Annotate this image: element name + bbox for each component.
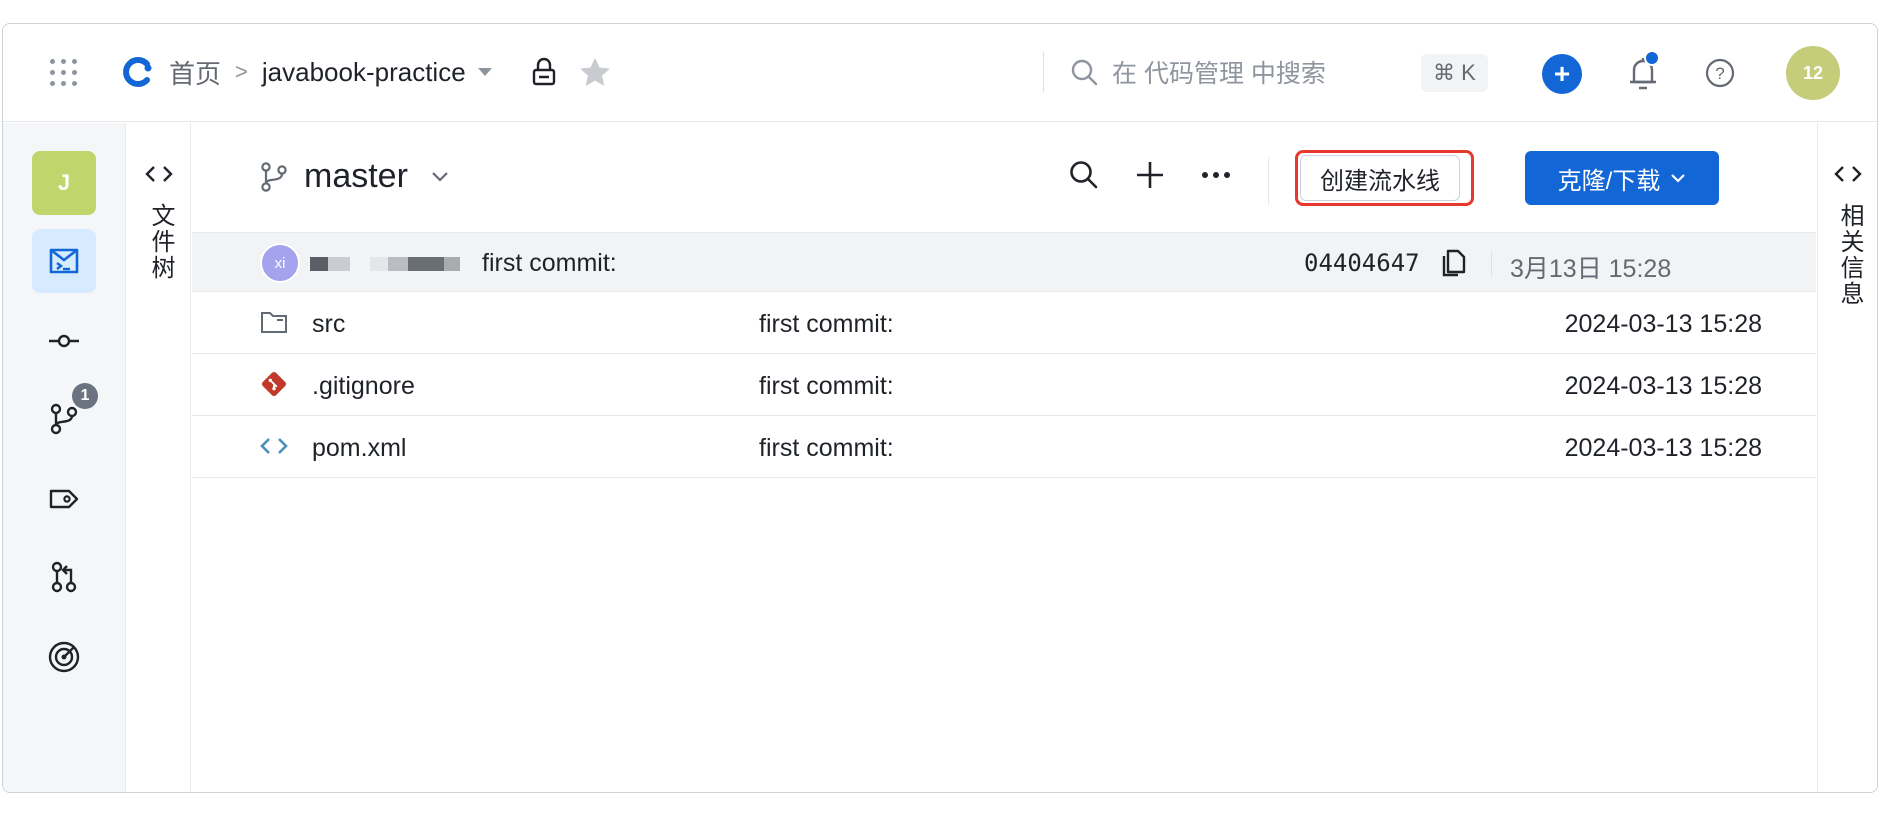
star-icon[interactable] [578, 56, 612, 88]
redacted-author [328, 257, 350, 271]
create-pipeline-button[interactable]: 创建流水线 [1300, 155, 1460, 201]
caret-down-icon[interactable] [476, 66, 494, 78]
global-search[interactable]: 在 代码管理 中搜索 [1043, 50, 1326, 94]
add-icon[interactable] [1134, 159, 1166, 191]
git-file-icon [260, 370, 288, 398]
toolbar-divider [1268, 157, 1269, 205]
breadcrumb-home[interactable]: 首页 [169, 54, 221, 91]
search-input[interactable]: 在 代码管理 中搜索 [1112, 54, 1326, 90]
repo-content: master 创建流水线 克隆/下载 xi first commit: 0440… [192, 123, 1816, 792]
code-file-icon [260, 432, 288, 460]
expand-code-icon[interactable] [1834, 165, 1862, 188]
app-grid-icon[interactable] [47, 56, 79, 88]
folder-icon [260, 308, 288, 336]
redacted-author [444, 257, 460, 271]
commit-author-avatar[interactable]: xi [260, 243, 300, 283]
file-commit-message[interactable]: first commit: [759, 434, 894, 463]
svg-text:?: ? [1715, 64, 1724, 83]
search-shortcut: ⌘ K [1421, 54, 1488, 92]
insights-nav-icon[interactable] [32, 625, 96, 689]
notification-bell-icon[interactable] [1623, 48, 1663, 96]
commit-date: 3月13日 15:28 [1510, 255, 1672, 283]
latest-commit-row[interactable]: xi first commit: 04404647 3月13日 15:28 [192, 232, 1816, 292]
file-row[interactable]: .gitignore first commit: 2024-03-13 15:2… [192, 354, 1816, 416]
help-icon[interactable]: ? [1703, 56, 1737, 90]
breadcrumb-repo[interactable]: javabook-practice [262, 57, 466, 88]
project-avatar[interactable]: J [32, 151, 96, 215]
commits-nav-icon[interactable] [32, 309, 96, 373]
branch-selector[interactable]: master [260, 157, 450, 196]
file-name[interactable]: src [312, 310, 345, 339]
branches-count-badge: 1 [72, 383, 98, 409]
search-icon[interactable] [1068, 159, 1100, 191]
file-commit-message[interactable]: first commit: [759, 310, 894, 339]
branch-tools [1068, 159, 1232, 191]
file-name[interactable]: .gitignore [312, 372, 415, 401]
code-nav-icon[interactable] [32, 229, 96, 293]
breadcrumb: 首页 > javabook-practice [121, 51, 612, 93]
left-sidebar: J 1 [3, 123, 126, 792]
redacted-author [310, 257, 328, 271]
search-icon [1070, 58, 1098, 86]
redacted-author [370, 257, 388, 271]
breadcrumb-separator: > [235, 59, 248, 84]
create-button[interactable]: + [1542, 54, 1582, 94]
user-avatar[interactable]: 12 [1786, 46, 1840, 100]
lock-icon [530, 57, 558, 87]
file-tree-panel[interactable]: 文件树 [127, 123, 191, 792]
clone-download-button[interactable]: 克隆/下载 [1525, 151, 1719, 205]
expand-code-icon[interactable] [145, 165, 173, 188]
branch-name: master [304, 157, 408, 195]
redacted-author [388, 257, 408, 271]
file-commit-message[interactable]: first commit: [759, 372, 894, 401]
merge-requests-nav-icon[interactable] [32, 545, 96, 609]
top-bar: 首页 > javabook-practice 在 代码管理 中搜索 ⌘ K + [3, 24, 1877, 122]
file-tree-label: 文件树 [147, 203, 174, 281]
chevron-down-icon [1670, 173, 1686, 183]
app-window: 首页 > javabook-practice 在 代码管理 中搜索 ⌘ K + [2, 23, 1878, 793]
related-info-label: 相关信息 [1836, 203, 1863, 307]
file-date: 2024-03-13 15:28 [1564, 434, 1762, 462]
tags-nav-icon[interactable] [32, 467, 96, 531]
clone-download-label: 克隆/下载 [1557, 167, 1661, 195]
branches-nav-icon[interactable]: 1 [32, 383, 98, 451]
file-row[interactable]: src first commit: 2024-03-13 15:28 [192, 292, 1816, 354]
more-icon[interactable] [1200, 170, 1232, 180]
file-date: 2024-03-13 15:28 [1564, 372, 1762, 400]
file-row[interactable]: pom.xml first commit: 2024-03-13 15:28 [192, 416, 1816, 478]
related-info-panel[interactable]: 相关信息 [1817, 123, 1877, 792]
commit-divider [1491, 251, 1492, 277]
chevron-down-icon [430, 171, 450, 183]
file-date: 2024-03-13 15:28 [1564, 310, 1762, 338]
copy-icon[interactable] [1439, 248, 1469, 283]
product-logo-icon[interactable] [121, 55, 155, 89]
commit-hash[interactable]: 04404647 [1304, 249, 1420, 277]
branch-toolbar: master 创建流水线 克隆/下载 [192, 123, 1816, 232]
branch-icon [260, 161, 288, 193]
commit-message[interactable]: first commit: [482, 249, 617, 278]
file-name[interactable]: pom.xml [312, 434, 406, 463]
redacted-author [408, 257, 444, 271]
